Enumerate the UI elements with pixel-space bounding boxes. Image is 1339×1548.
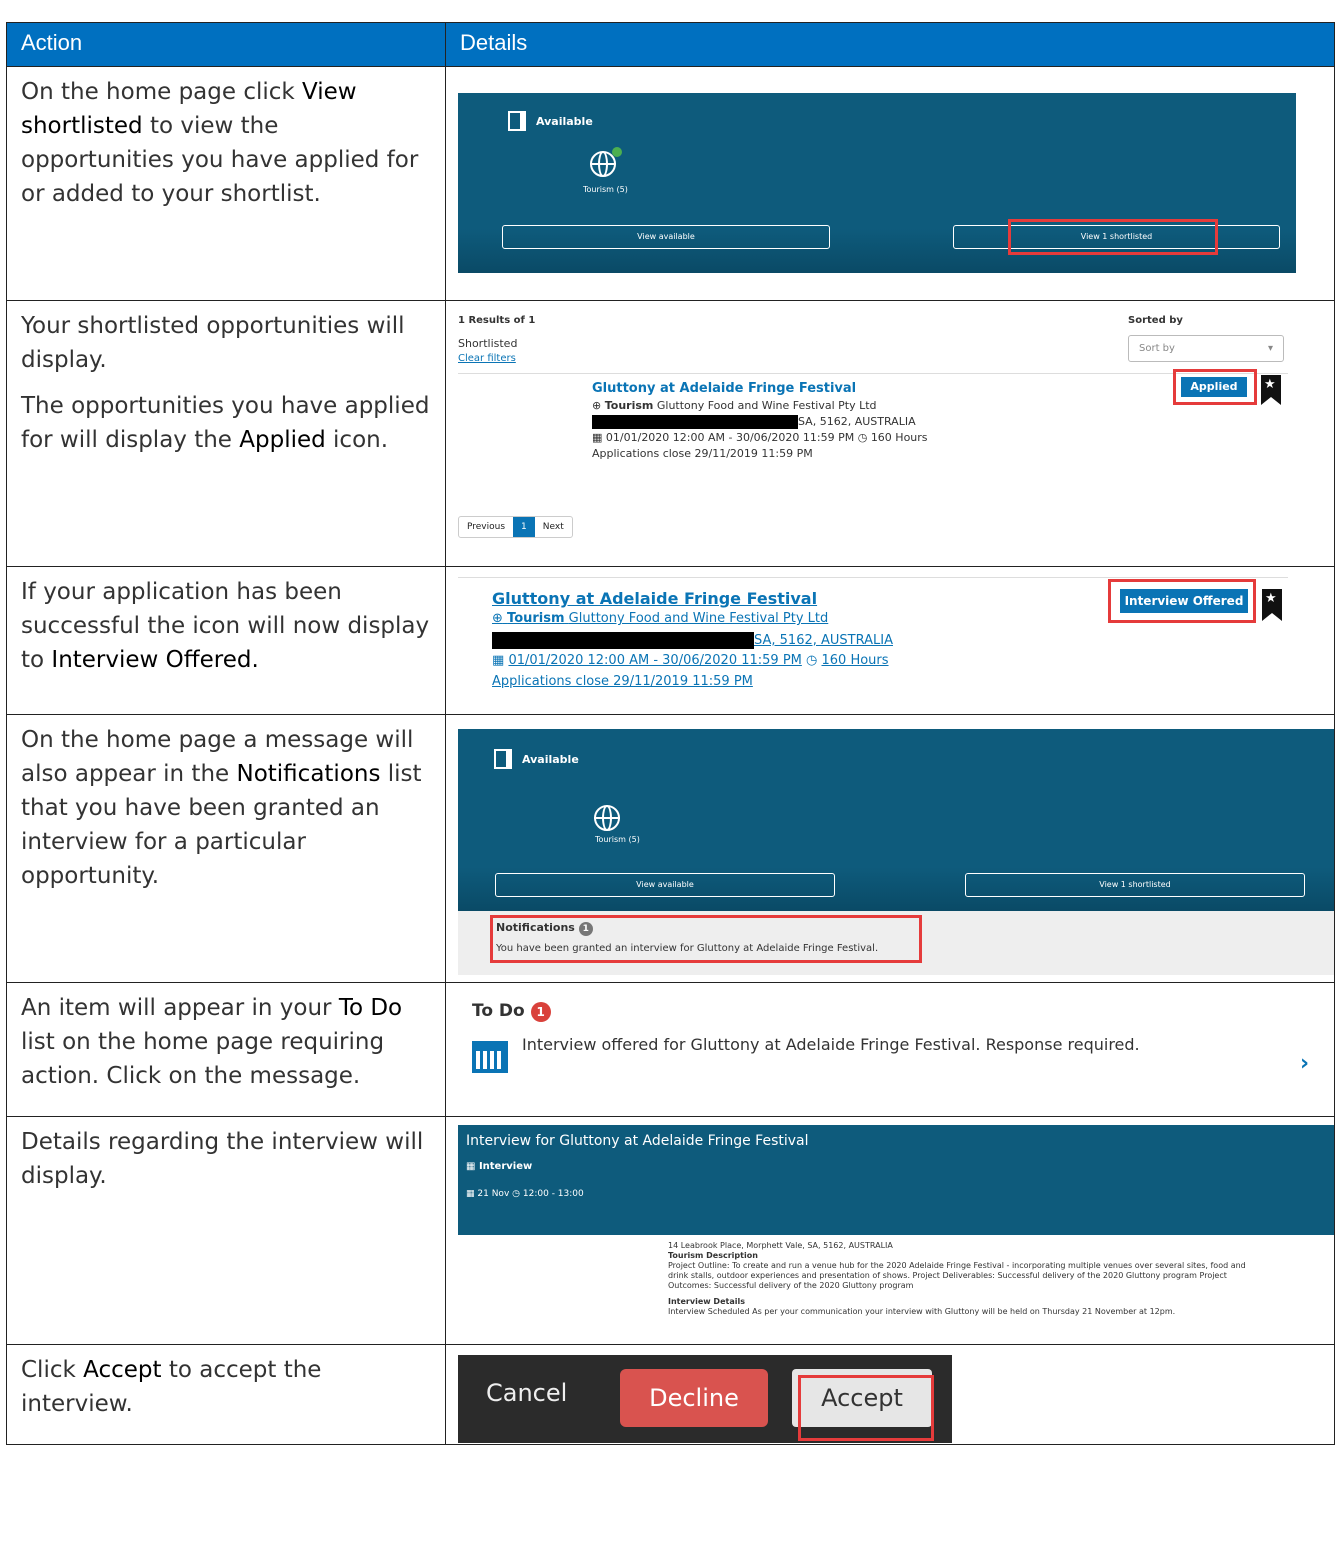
location: SA, 5162, AUSTRALIA	[798, 415, 916, 428]
calendar-icon: ▦	[466, 1189, 475, 1199]
interview-details-panel: Interview for Gluttony at Adelaide Fring…	[458, 1125, 1334, 1337]
bookmark-icon[interactable]: ★	[1261, 375, 1281, 405]
previous-button[interactable]: Previous	[459, 517, 513, 537]
close-date: Applications close 29/11/2019 11:59 PM	[592, 447, 813, 460]
response-buttons: Cancel Decline Accept	[458, 1355, 952, 1443]
dates: 01/01/2020 12:00 AM - 30/06/2020 11:59 P…	[508, 653, 802, 668]
globe-icon: ⊕	[592, 399, 602, 412]
sorted-by-label: Sorted by	[1128, 315, 1183, 326]
clock-icon: ◷	[857, 431, 868, 444]
details-step-7: Cancel Decline Accept	[445, 1344, 1335, 1445]
available-heading: Available	[522, 752, 579, 766]
todo-title: To Do	[472, 1001, 525, 1021]
calendar-icon: ▦	[466, 1161, 476, 1172]
action-step-5: An item will appear in your To Do list o…	[6, 982, 446, 1117]
hours: 160 Hours	[870, 431, 928, 444]
calendar-icon	[472, 1041, 508, 1073]
pagination: Previous 1 Next	[458, 516, 573, 538]
action-step-4: On the home page a message will also app…	[6, 714, 446, 983]
bookmark-icon[interactable]: ★	[1262, 589, 1282, 621]
interview-details-title: Interview Details	[668, 1297, 745, 1306]
redacted-address	[592, 415, 798, 429]
details-step-3: Gluttony at Adelaide Fringe Festival ⊕ T…	[445, 566, 1335, 715]
view-available-button[interactable]: View available	[495, 873, 835, 897]
door-icon	[508, 111, 526, 131]
description-text: Project Outline: To create and run a ven…	[668, 1261, 1246, 1290]
globe-icon	[594, 805, 620, 831]
dates: 01/01/2020 12:00 AM - 30/06/2020 11:59 P…	[605, 431, 855, 444]
header-action: Action	[6, 22, 446, 67]
interview-address: 14 Leabrook Place, Morphett Vale, SA, 51…	[668, 1241, 893, 1250]
category: Tourism	[507, 611, 565, 626]
available-heading: Available	[536, 114, 593, 128]
header-details: Details	[445, 22, 1335, 67]
view-shortlisted-button[interactable]: View 1 shortlisted	[965, 873, 1305, 897]
details-step-4: Available Tourism (5) View available Vie…	[445, 714, 1335, 983]
todo-count: 1	[530, 1002, 551, 1022]
category-label[interactable]: Tourism (5)	[583, 185, 628, 194]
category: Tourism	[604, 399, 654, 412]
highlight-box	[490, 915, 922, 963]
description-title: Tourism Description	[668, 1251, 758, 1260]
action-step-6: Details regarding the interview will dis…	[6, 1116, 446, 1345]
door-icon	[494, 749, 512, 769]
new-indicator	[612, 147, 622, 157]
interview-type: Interview	[478, 1161, 533, 1172]
home-available-panel: Available Tourism (5) View available Vie…	[458, 93, 1296, 273]
todo-message[interactable]: Interview offered for Gluttony at Adelai…	[522, 1035, 1140, 1054]
action-step-7: Click Accept to accept the interview.	[6, 1344, 446, 1445]
highlight-box	[798, 1375, 934, 1441]
interview-description: 14 Leabrook Place, Morphett Vale, SA, 51…	[668, 1241, 1248, 1317]
cancel-button[interactable]: Cancel	[486, 1379, 567, 1407]
redacted-address	[492, 632, 754, 649]
clock-icon: ◷	[512, 1189, 521, 1199]
details-step-1: Available Tourism (5) View available Vie…	[445, 66, 1335, 301]
highlight-box	[1108, 579, 1256, 623]
instruction-table: Action Details On the home page click Vi…	[6, 22, 1335, 1445]
category-label[interactable]: Tourism (5)	[595, 835, 640, 844]
sort-select[interactable]: Sort by ▾	[1128, 335, 1284, 362]
highlight-box	[1008, 219, 1218, 255]
calendar-icon: ▦	[492, 653, 505, 668]
details-step-6: Interview for Gluttony at Adelaide Fring…	[445, 1116, 1335, 1345]
interview-time: 12:00 - 13:00	[522, 1189, 584, 1199]
home-notifications-panel: Available Tourism (5) View available Vie…	[458, 729, 1334, 975]
details-step-5[interactable]: To Do 1 Interview offered for Gluttony a…	[445, 982, 1335, 1117]
action-step-2: Your shortlisted opportunities will disp…	[6, 300, 446, 567]
organisation: Gluttony Food and Wine Festival Pty Ltd	[568, 611, 829, 626]
clear-filters-link[interactable]: Clear filters	[458, 353, 516, 364]
highlight-box	[1173, 369, 1257, 405]
chevron-right-icon[interactable]: ›	[1300, 1051, 1309, 1076]
interview-title: Interview for Gluttony at Adelaide Fring…	[466, 1133, 809, 1149]
close-date: Applications close 29/11/2019 11:59 PM	[492, 674, 753, 689]
chevron-down-icon: ▾	[1267, 343, 1273, 354]
action-step-3: If your application has been successful …	[6, 566, 446, 715]
calendar-icon: ▦	[592, 431, 603, 444]
interview-offered-result: Gluttony at Adelaide Fringe Festival ⊕ T…	[458, 577, 1288, 707]
shortlist-results: 1 Results of 1 Sorted by Shortlisted Cle…	[458, 311, 1288, 551]
hours: 160 Hours	[821, 653, 889, 668]
interview-details-text: Interview Scheduled As per your communic…	[668, 1307, 1176, 1316]
view-available-button[interactable]: View available	[502, 225, 830, 249]
todo-panel[interactable]: To Do 1 Interview offered for Gluttony a…	[472, 997, 1322, 1107]
opportunity-title[interactable]: Gluttony at Adelaide Fringe Festival	[492, 589, 817, 608]
globe-icon: ⊕	[492, 611, 503, 626]
clock-icon: ◷	[806, 653, 818, 668]
filter-label: Shortlisted	[458, 337, 518, 350]
location: SA, 5162, AUSTRALIA	[754, 633, 893, 648]
page-1-button[interactable]: 1	[513, 517, 535, 537]
decline-button[interactable]: Decline	[620, 1369, 768, 1427]
results-count: 1 Results of 1	[458, 315, 536, 326]
action-step-1: On the home page click View shortlisted …	[6, 66, 446, 301]
next-button[interactable]: Next	[535, 517, 572, 537]
opportunity-title[interactable]: Gluttony at Adelaide Fringe Festival	[592, 381, 856, 396]
organisation: Gluttony Food and Wine Festival Pty Ltd	[656, 399, 877, 412]
details-step-2: 1 Results of 1 Sorted by Shortlisted Cle…	[445, 300, 1335, 567]
interview-date: 21 Nov	[477, 1189, 510, 1199]
